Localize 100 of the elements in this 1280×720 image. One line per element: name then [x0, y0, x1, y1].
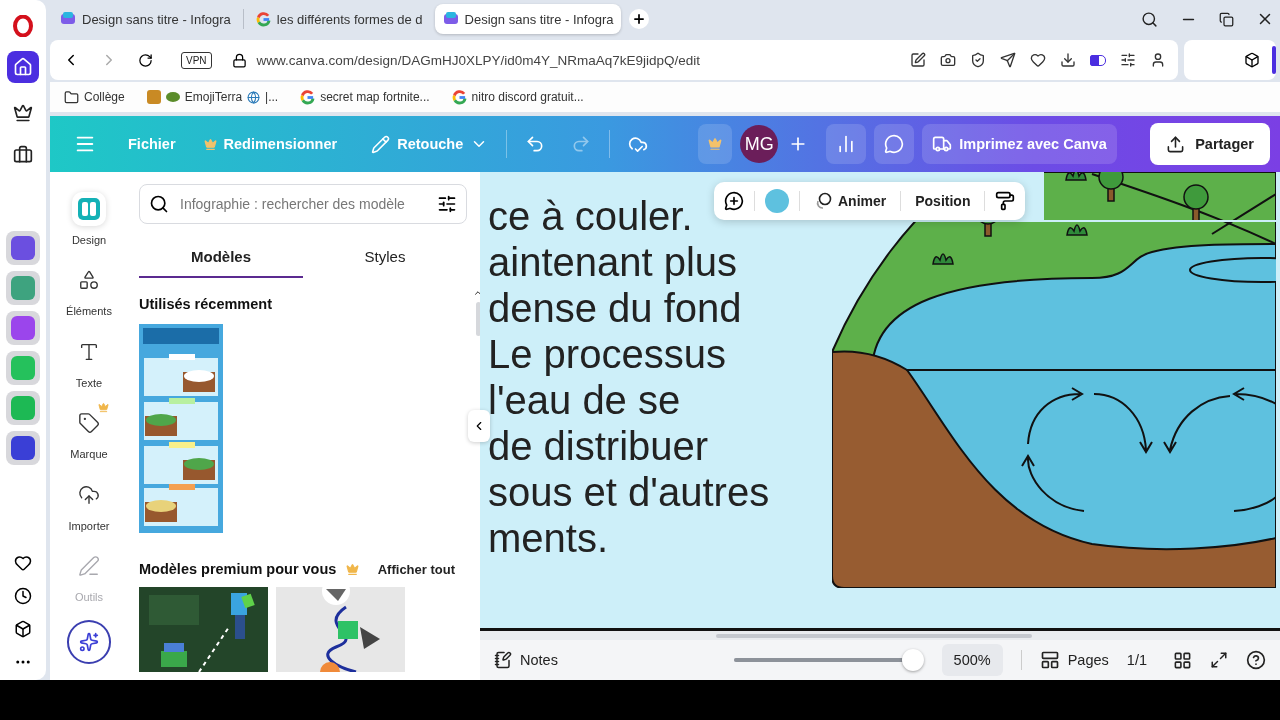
zoom-button[interactable]: 500% — [941, 644, 1003, 676]
sidebar-tab[interactable]: Éléments — [53, 263, 125, 335]
folder-icon — [64, 89, 79, 105]
colorful-ring-icon — [255, 11, 271, 27]
comment-button[interactable] — [874, 124, 915, 164]
sidebar-tab[interactable]: Marque — [53, 406, 125, 478]
text-line: sous et d'autres — [488, 469, 770, 515]
print-button[interactable]: Imprimez avec Canva — [922, 124, 1117, 164]
page-count: 1/1 — [1126, 652, 1147, 668]
restore-icon[interactable] — [1219, 11, 1234, 27]
browser-tab[interactable]: les différents formes de d — [247, 4, 431, 34]
app-icon[interactable] — [6, 231, 40, 265]
text-line: ce à couler. — [488, 193, 693, 239]
camera-icon[interactable] — [940, 52, 956, 68]
animate-button[interactable]: Animer — [810, 192, 891, 210]
text-line: Le processus — [488, 331, 726, 377]
reload-icon[interactable] — [138, 52, 153, 68]
vpn-badge[interactable]: VPN — [181, 51, 212, 69]
section-title: Modèles premium pour vous — [139, 561, 337, 577]
scroll-up-icon[interactable] — [473, 288, 483, 298]
ring-logo-icon[interactable] — [13, 15, 33, 37]
text-line: aintenant plus — [488, 239, 738, 285]
bookmark[interactable]: EmojiTerra |... — [146, 90, 279, 104]
notes-button[interactable]: Notes — [494, 651, 558, 669]
app-icon[interactable] — [6, 271, 40, 305]
sidebar-tab[interactable]: Importer — [53, 477, 125, 549]
send-icon[interactable] — [1000, 52, 1016, 68]
crown-icon — [346, 562, 360, 576]
share-button[interactable]: Partager — [1150, 123, 1270, 165]
url-text[interactable]: www.canva.com/design/DAGmHJ0XLPY/id0m4Y_NRmaAq7kE9jidpQ/edit — [256, 52, 700, 68]
text-line: de distribuer — [488, 423, 709, 469]
grid-view-icon[interactable] — [1173, 650, 1192, 670]
search-icon[interactable] — [1141, 10, 1158, 28]
shield-icon[interactable] — [970, 52, 986, 68]
pages-button[interactable]: Pages — [1039, 650, 1109, 670]
insights-button[interactable] — [826, 124, 867, 164]
pencil-icon — [371, 134, 391, 154]
magic-button[interactable] — [67, 620, 111, 664]
app-logo-icon — [60, 11, 76, 27]
sidebar-tab[interactable]: Design — [53, 192, 125, 264]
heart-icon[interactable] — [1030, 52, 1046, 68]
app-icon[interactable] — [6, 311, 40, 345]
text-line: dense du fond — [488, 285, 742, 331]
add-comment-icon[interactable] — [724, 191, 744, 211]
cloud-check-icon — [628, 134, 649, 154]
comment-icon — [884, 134, 905, 154]
panel-tab[interactable]: Styles — [303, 236, 467, 278]
position-button[interactable]: Position — [911, 193, 975, 209]
pages-icon — [1039, 650, 1060, 670]
settings-icon[interactable] — [1120, 52, 1136, 68]
app-logo-icon — [442, 11, 459, 27]
cube-icon[interactable] — [1244, 52, 1260, 68]
filter-icon[interactable] — [437, 194, 457, 214]
slider-thumb[interactable] — [901, 649, 924, 671]
edit-icon[interactable] — [910, 52, 926, 68]
home-icon — [13, 57, 33, 77]
globe-icon — [247, 90, 261, 104]
scrollbar-thumb[interactable] — [716, 633, 1032, 638]
new-tab-button[interactable] — [629, 9, 650, 29]
crown-icon — [13, 103, 33, 123]
cloud-upload-icon — [78, 483, 100, 506]
color-swatch[interactable] — [765, 189, 789, 213]
help-icon[interactable] — [1246, 650, 1266, 670]
section-title: Utilisés récemment — [139, 296, 273, 312]
browser-tab[interactable]: Design sans titre - Infogra — [52, 4, 239, 34]
search-field[interactable]: Infographie : rechercher des modèle — [139, 184, 467, 224]
truck-icon — [932, 134, 953, 154]
app-icon[interactable] — [6, 431, 40, 465]
bookmark[interactable]: nitro discord gratuit... — [451, 89, 584, 105]
download-icon[interactable] — [1060, 52, 1076, 68]
battery-icon[interactable] — [1090, 54, 1106, 66]
upload-icon — [1166, 134, 1186, 154]
bookmark[interactable]: Collège — [64, 89, 125, 105]
browser-tab[interactable]: Design sans titre - Infogra — [434, 4, 622, 34]
bookmark[interactable]: secret map fortnite... — [300, 89, 430, 105]
see-all-link[interactable]: Afficher tout — [377, 561, 467, 577]
pen-icon — [78, 554, 100, 577]
user-avatar[interactable]: MG — [740, 125, 779, 163]
panel-tab[interactable]: Modèles — [139, 236, 303, 278]
cube-icon[interactable] — [14, 619, 32, 638]
scrollbar-thumb[interactable] — [475, 302, 481, 336]
crown-icon — [203, 137, 217, 151]
search-icon — [149, 194, 169, 214]
sparkles-icon — [79, 632, 99, 653]
clock-icon[interactable] — [14, 586, 32, 605]
side-indicator — [1272, 46, 1276, 74]
lock-icon — [231, 52, 247, 68]
tag-icon — [78, 412, 100, 435]
paint-roller-icon[interactable] — [995, 191, 1016, 211]
profile-icon[interactable] — [1150, 52, 1166, 68]
heart-icon[interactable] — [14, 553, 32, 572]
layout-icon — [78, 198, 100, 220]
redo-icon — [571, 134, 592, 154]
colorful-ring-icon — [451, 89, 467, 105]
crown-icon — [708, 137, 723, 151]
plus-icon — [632, 12, 647, 26]
fullscreen-icon[interactable] — [1210, 651, 1228, 669]
sidebar-tab[interactable]: Texte — [53, 334, 125, 407]
home-button[interactable] — [7, 51, 39, 83]
zoom-slider[interactable] — [733, 649, 924, 671]
